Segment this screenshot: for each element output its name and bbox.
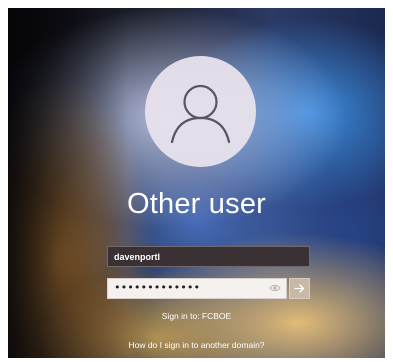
username-input[interactable]: davenportl — [107, 246, 310, 267]
password-input[interactable]: ••••••••••••• — [107, 278, 287, 299]
password-mask: ••••••••••••• — [114, 281, 201, 294]
other-domain-link[interactable]: How do I sign in to another domain? — [8, 340, 385, 350]
submit-button[interactable] — [289, 278, 310, 299]
photo-frame: Other user davenportl ••••••••••••• Sign… — [0, 0, 393, 362]
person-icon — [170, 84, 231, 144]
lock-screen: Other user davenportl ••••••••••••• Sign… — [8, 8, 385, 358]
user-avatar — [145, 56, 256, 167]
sign-in-domain-label: Sign in to: FCBOE — [161, 311, 232, 321]
eye-icon[interactable] — [269, 283, 281, 293]
user-display-name: Other user — [127, 188, 266, 220]
background-shadow — [8, 8, 128, 358]
arrow-right-icon — [294, 284, 305, 293]
